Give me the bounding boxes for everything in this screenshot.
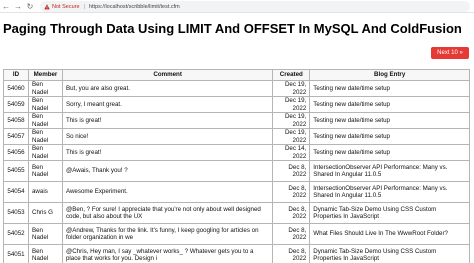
cell-member: Ben Nadel bbox=[27, 160, 63, 182]
cell-comment: Sorry, I meant great. bbox=[61, 96, 274, 113]
header-member: Member bbox=[27, 69, 63, 81]
header-created: Created bbox=[272, 69, 311, 81]
cell-comment: This is great! bbox=[61, 112, 274, 129]
forward-icon[interactable]: → bbox=[12, 0, 24, 12]
cell-comment: So nice! bbox=[61, 128, 274, 145]
header-id: ID bbox=[3, 69, 29, 81]
cell-member: Ben Nadel bbox=[27, 80, 63, 97]
cell-id: 54060 bbox=[3, 80, 29, 97]
table-row: 54051 Ben Nadel @Chris, Hey man, I say _… bbox=[3, 244, 470, 263]
next-page-button[interactable]: Next 10 » bbox=[431, 47, 469, 59]
table-row: 54055 Ben Nadel @Awais, Thank you! ? Dec… bbox=[3, 160, 470, 182]
cell-created: Dec 19, 2022 bbox=[272, 128, 311, 145]
cell-id: 54054 bbox=[3, 181, 29, 203]
cell-id: 54051 bbox=[3, 244, 29, 263]
cell-created: Dec 8, 2022 bbox=[272, 160, 311, 182]
cell-member: awais bbox=[27, 181, 63, 203]
cell-comment: This is great! bbox=[61, 144, 274, 161]
cell-created: Dec 8, 2022 bbox=[272, 244, 311, 263]
cell-blog-entry: Dynamic Tab-Size Demo Using CSS Custom P… bbox=[309, 202, 470, 224]
cell-blog-entry: Testing new date/time setup bbox=[309, 80, 470, 97]
cell-comment: @Andrew, Thanks for the link. It's funny… bbox=[61, 223, 274, 245]
cell-blog-entry: What Files Should Live In The WwwRoot Fo… bbox=[309, 223, 470, 245]
cell-created: Dec 8, 2022 bbox=[272, 223, 311, 245]
cell-blog-entry: Testing new date/time setup bbox=[309, 128, 470, 145]
cell-comment: @Ben, ? For sure! I appreciate that you'… bbox=[61, 202, 274, 224]
cell-comment: Awesome Experiment. bbox=[61, 181, 274, 203]
comments-table: ID Member Comment Created Blog Entry 540… bbox=[3, 69, 470, 263]
cell-created: Dec 19, 2022 bbox=[272, 96, 311, 113]
cell-member: Ben Nadel bbox=[27, 244, 63, 263]
cell-id: 54057 bbox=[3, 128, 29, 145]
browser-address-bar: ← → ↻ Not Secure | https://localhost/scr… bbox=[0, 0, 474, 13]
url-separator: | bbox=[83, 3, 85, 10]
cell-created: Dec 19, 2022 bbox=[272, 80, 311, 97]
table-header-row: ID Member Comment Created Blog Entry bbox=[3, 69, 470, 81]
table-row: 54052 Ben Nadel @Andrew, Thanks for the … bbox=[3, 223, 470, 245]
cell-id: 54059 bbox=[3, 96, 29, 113]
table-row: 54058 Ben Nadel This is great! Dec 19, 2… bbox=[3, 112, 470, 129]
security-label: Not Secure bbox=[52, 3, 80, 10]
cell-id: 54052 bbox=[3, 223, 29, 245]
cell-blog-entry: Testing new date/time setup bbox=[309, 112, 470, 129]
cell-blog-entry: Dynamic Tab-Size Demo Using CSS Custom P… bbox=[309, 244, 470, 263]
cell-id: 54053 bbox=[3, 202, 29, 224]
table-row: 54059 Ben Nadel Sorry, I meant great. De… bbox=[3, 96, 470, 113]
table-row: 54056 Ben Nadel This is great! Dec 14, 2… bbox=[3, 144, 470, 161]
cell-member: Ben Nadel bbox=[27, 112, 63, 129]
cell-id: 54056 bbox=[3, 144, 29, 161]
table-row: 54057 Ben Nadel So nice! Dec 19, 2022 Te… bbox=[3, 128, 470, 145]
cell-member: Chris G bbox=[27, 202, 63, 224]
cell-comment: @Chris, Hey man, I say _whatever works_ … bbox=[61, 244, 274, 263]
cell-id: 54055 bbox=[3, 160, 29, 182]
table-row: 54053 Chris G @Ben, ? For sure! I apprec… bbox=[3, 202, 470, 224]
cell-blog-entry: IntersectionObserver API Performance: Ma… bbox=[309, 160, 470, 182]
table-row: 54060 Ben Nadel But, you are also great.… bbox=[3, 80, 470, 97]
back-icon[interactable]: ← bbox=[0, 0, 12, 12]
cell-member: Ben Nadel bbox=[27, 128, 63, 145]
cell-blog-entry: Testing new date/time setup bbox=[309, 144, 470, 161]
url-bar[interactable]: Not Secure | https://localhost/scribble/… bbox=[40, 1, 470, 12]
cell-comment: @Awais, Thank you! ? bbox=[61, 160, 274, 182]
cell-created: Dec 14, 2022 bbox=[272, 144, 311, 161]
cell-comment: But, you are also great. bbox=[61, 80, 274, 97]
reload-icon[interactable]: ↻ bbox=[24, 0, 36, 12]
cell-created: Dec 8, 2022 bbox=[272, 181, 311, 203]
cell-id: 54058 bbox=[3, 112, 29, 129]
warning-icon bbox=[44, 3, 50, 10]
page-title: Paging Through Data Using LIMIT And OFFS… bbox=[3, 21, 462, 36]
header-blog-entry: Blog Entry bbox=[309, 69, 470, 81]
table-row: 54054 awais Awesome Experiment. Dec 8, 2… bbox=[3, 181, 470, 203]
cell-member: Ben Nadel bbox=[27, 96, 63, 113]
cell-created: Dec 19, 2022 bbox=[272, 112, 311, 129]
cell-blog-entry: Testing new date/time setup bbox=[309, 96, 470, 113]
cell-blog-entry: IntersectionObserver API Performance: Ma… bbox=[309, 181, 470, 203]
cell-created: Dec 8, 2022 bbox=[272, 202, 311, 224]
cell-member: Ben Nadel bbox=[27, 223, 63, 245]
cell-member: Ben Nadel bbox=[27, 144, 63, 161]
url-text[interactable]: https://localhost/scribble/limit/test.cf… bbox=[89, 4, 180, 10]
header-comment: Comment bbox=[61, 69, 274, 81]
